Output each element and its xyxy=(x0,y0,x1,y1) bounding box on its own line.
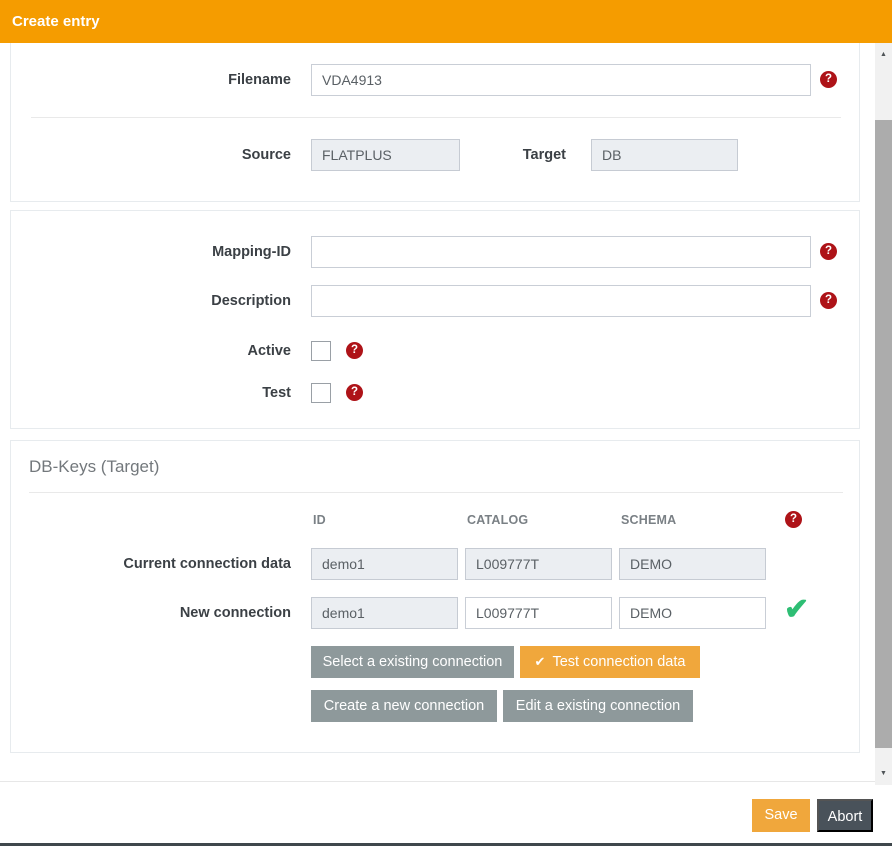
target-input xyxy=(591,139,738,171)
mapping-id-label: Mapping-ID xyxy=(11,236,291,268)
mapping-id-input[interactable] xyxy=(311,236,811,268)
target-label: Target xyxy=(431,139,566,171)
test-connection-data-label: Test connection data xyxy=(552,654,685,670)
test-checkbox[interactable] xyxy=(311,383,331,403)
column-header-schema: SCHEMA xyxy=(621,513,761,527)
heading-divider xyxy=(29,492,843,493)
test-label: Test xyxy=(11,377,291,409)
dialog-title: Create entry xyxy=(12,0,100,43)
source-label: Source xyxy=(11,139,291,171)
mapping-panel: Mapping-ID ? Description ? Active ? Test… xyxy=(10,210,860,429)
current-id-input xyxy=(311,548,458,580)
abort-button[interactable]: Abort xyxy=(817,799,873,832)
db-keys-heading: DB-Keys (Target) xyxy=(29,457,159,477)
description-help-icon[interactable]: ? xyxy=(820,292,837,309)
save-button[interactable]: Save xyxy=(752,799,810,832)
check-icon: ✔ xyxy=(535,654,546,669)
db-keys-help-icon[interactable]: ? xyxy=(785,511,802,528)
description-label: Description xyxy=(11,285,291,317)
column-header-id: ID xyxy=(313,513,453,527)
test-connection-data-button[interactable]: ✔ Test connection data xyxy=(520,646,700,678)
scroll-up-icon[interactable]: ▲ xyxy=(875,47,892,62)
general-panel: Filename ? Source Target xyxy=(10,43,860,202)
active-checkbox[interactable] xyxy=(311,341,331,361)
footer-divider xyxy=(0,781,892,782)
dialog-bottom-edge xyxy=(0,843,892,846)
select-existing-connection-button[interactable]: Select a existing connection xyxy=(311,646,514,678)
current-connection-label: Current connection data xyxy=(11,548,291,580)
new-schema-input[interactable] xyxy=(619,597,766,629)
connection-valid-check-icon: ✔ xyxy=(784,595,809,625)
dialog-header: Create entry xyxy=(0,0,892,43)
panel-divider xyxy=(31,117,841,118)
new-catalog-input[interactable] xyxy=(465,597,612,629)
filename-help-icon[interactable]: ? xyxy=(820,71,837,88)
scrollbar-thumb[interactable] xyxy=(875,120,892,748)
active-label: Active xyxy=(11,335,291,367)
current-schema-input xyxy=(619,548,766,580)
edit-existing-connection-button[interactable]: Edit a existing connection xyxy=(503,690,693,722)
db-keys-panel: DB-Keys (Target) ID CATALOG SCHEMA ? Cur… xyxy=(10,440,860,753)
description-input[interactable] xyxy=(311,285,811,317)
current-catalog-input xyxy=(465,548,612,580)
scroll-down-icon[interactable]: ▼ xyxy=(875,766,892,781)
new-connection-label: New connection xyxy=(11,597,291,629)
active-help-icon[interactable]: ? xyxy=(346,342,363,359)
create-entry-dialog: Create entry Filename ? Source Target Ma… xyxy=(0,0,892,849)
vertical-scrollbar[interactable]: ▲ ▼ xyxy=(875,43,892,785)
filename-input[interactable] xyxy=(311,64,811,96)
filename-label: Filename xyxy=(11,64,291,96)
mapping-id-help-icon[interactable]: ? xyxy=(820,243,837,260)
test-help-icon[interactable]: ? xyxy=(346,384,363,401)
create-new-connection-button[interactable]: Create a new connection xyxy=(311,690,497,722)
column-header-catalog: CATALOG xyxy=(467,513,607,527)
new-id-input xyxy=(311,597,458,629)
